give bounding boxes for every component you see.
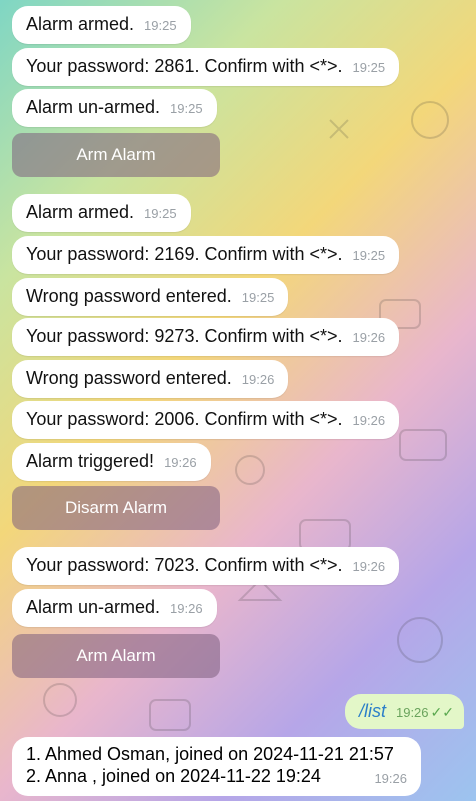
message-time: 19:26 [164, 455, 197, 470]
double-check-icon: ✓✓ [430, 704, 454, 720]
message-time: 19:25 [241, 290, 275, 305]
message-text: Wrong password entered. [26, 286, 232, 306]
arm-alarm-button[interactable]: Arm Alarm [12, 133, 220, 177]
message-time: 19:26 [395, 705, 429, 720]
message-time: 19:25 [144, 18, 177, 33]
disarm-alarm-button[interactable]: Disarm Alarm [12, 486, 220, 530]
message-time: 19:26 [241, 372, 275, 387]
outgoing-message-bubble: /list 19:26 ✓✓ [344, 694, 464, 729]
message-time: 19:26 [352, 330, 386, 345]
message-time: 19:25 [144, 206, 177, 221]
message-time: 19:25 [352, 248, 386, 263]
message-bubble: Your password: 2861. Confirm with <*>. 19… [12, 48, 400, 86]
message-bubble: Your password: 2006. Confirm with <*>. 19… [12, 401, 400, 439]
message-time: 19:25 [352, 60, 386, 75]
message-bubble: Alarm un-armed. 19:26 [12, 589, 217, 627]
command-link[interactable]: /list [359, 701, 386, 721]
message-text: Alarm un-armed. [26, 597, 161, 617]
message-text: Alarm un-armed. [26, 97, 161, 117]
list-item: 1. Ahmed Osman, joined on 2024-11-21 21:… [26, 744, 394, 764]
message-bubble: Alarm armed. 19:25 [12, 194, 191, 232]
message-time: 19:26 [352, 559, 386, 574]
arm-alarm-button[interactable]: Arm Alarm [12, 634, 220, 678]
message-text: Your password: 2006. Confirm with <*>. [26, 409, 343, 429]
message-time: 19:26 [352, 413, 386, 428]
message-bubble: Your password: 2169. Confirm with <*>. 19… [12, 236, 400, 274]
message-text: Wrong password entered. [26, 368, 232, 388]
message-time: 19:26 [170, 601, 203, 616]
message-bubble: Wrong password entered. 19:25 [12, 278, 289, 316]
message-text: Your password: 2169. Confirm with <*>. [26, 244, 343, 264]
message-bubble: Alarm armed. 19:25 [12, 6, 191, 44]
member-list-message: 1. Ahmed Osman, joined on 2024-11-21 21:… [12, 737, 421, 796]
message-text: Your password: 7023. Confirm with <*>. [26, 555, 343, 575]
message-bubble: Your password: 7023. Confirm with <*>. 19… [12, 547, 400, 585]
message-text: Alarm armed. [26, 14, 135, 34]
message-text: Your password: 9273. Confirm with <*>. [26, 326, 343, 346]
list-item: 2. Anna , joined on 2024-11-22 19:24 [26, 766, 321, 786]
message-bubble: Wrong password entered. 19:26 [12, 360, 289, 398]
message-bubble: Alarm un-armed. 19:25 [12, 89, 217, 127]
message-bubble: Your password: 9273. Confirm with <*>. 19… [12, 318, 400, 356]
message-text: Alarm triggered! [26, 451, 155, 471]
message-bubble: Alarm triggered! 19:26 [12, 443, 211, 481]
message-time: 19:25 [170, 101, 203, 116]
message-text: Your password: 2861. Confirm with <*>. [26, 56, 343, 76]
message-time: 19:26 [374, 771, 407, 786]
message-text: Alarm armed. [26, 202, 135, 222]
